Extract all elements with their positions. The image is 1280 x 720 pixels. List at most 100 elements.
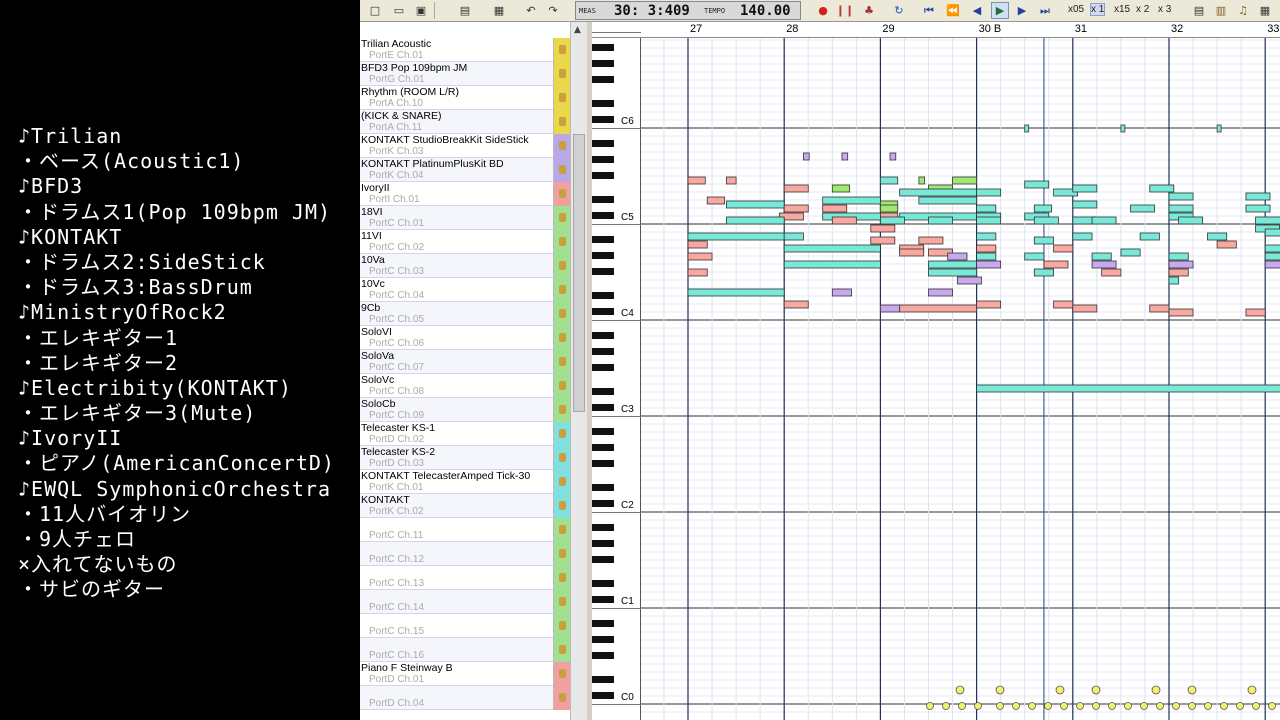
black-key[interactable] xyxy=(592,652,614,659)
black-key[interactable] xyxy=(592,236,614,243)
track-mute-icon[interactable] xyxy=(553,374,570,398)
track-row[interactable]: SoloVc PortC Ch.08 xyxy=(360,374,570,398)
black-key[interactable] xyxy=(592,308,614,315)
black-key[interactable] xyxy=(592,580,614,587)
undo-icon[interactable]: ↶ xyxy=(522,2,540,19)
black-key[interactable] xyxy=(592,76,614,83)
black-key[interactable] xyxy=(592,212,614,219)
track-row[interactable]: IvoryII PortI Ch.01 xyxy=(360,182,570,206)
track-row[interactable]: 9Cb PortC Ch.05 xyxy=(360,302,570,326)
open-file-icon[interactable]: ▭ xyxy=(390,2,408,19)
go-start-icon[interactable]: ⏮ xyxy=(920,2,938,19)
black-key[interactable] xyxy=(592,100,614,107)
speed-x15[interactable]: x15 xyxy=(1114,4,1130,15)
play-icon[interactable]: ▶ xyxy=(991,2,1009,19)
track-mute-icon[interactable] xyxy=(553,518,570,542)
new-file-icon[interactable]: □ xyxy=(366,2,384,19)
track-mute-icon[interactable] xyxy=(553,38,570,62)
track-row[interactable]: KONTAKT PortK Ch.02 xyxy=(360,494,570,518)
black-key[interactable] xyxy=(592,44,614,51)
piano-keyboard[interactable]: C6 C5 C4 C3 C2 C1 C0 xyxy=(592,32,641,720)
save-file-icon[interactable]: ▣ xyxy=(412,2,430,19)
track-row[interactable]: BFD3 Pop 109bpm JM PortG Ch.01 xyxy=(360,62,570,86)
black-key[interactable] xyxy=(592,692,614,699)
track-row[interactable]: SoloVI PortC Ch.06 xyxy=(360,326,570,350)
track-mute-icon[interactable] xyxy=(553,110,570,134)
speed-x2[interactable]: x 2 xyxy=(1136,4,1149,15)
track-mute-icon[interactable] xyxy=(553,590,570,614)
track-mute-icon[interactable] xyxy=(553,158,570,182)
track-mute-icon[interactable] xyxy=(553,398,570,422)
track-mute-icon[interactable] xyxy=(553,62,570,86)
track-row[interactable]: KONTAKT PlatinumPlusKit BD PortK Ch.04 xyxy=(360,158,570,182)
track-mute-icon[interactable] xyxy=(553,350,570,374)
black-key[interactable] xyxy=(592,292,614,299)
black-key[interactable] xyxy=(592,268,614,275)
track-mute-icon[interactable] xyxy=(553,542,570,566)
black-key[interactable] xyxy=(592,364,614,371)
black-key[interactable] xyxy=(592,60,614,67)
track-row[interactable]: PortC Ch.14 xyxy=(360,590,570,614)
scrollbar-thumb[interactable] xyxy=(573,134,585,412)
track-row[interactable]: SoloCb PortC Ch.09 xyxy=(360,398,570,422)
track-mute-icon[interactable] xyxy=(553,302,570,326)
measure-ruler[interactable]: 27 28 29 30 B 31 32 33 xyxy=(592,22,1280,38)
speed-x05[interactable]: x05 xyxy=(1068,4,1084,15)
track-mute-icon[interactable] xyxy=(553,614,570,638)
track-mute-icon[interactable] xyxy=(553,638,570,662)
black-key[interactable] xyxy=(592,156,614,163)
track-view-icon[interactable]: ▤ xyxy=(1190,2,1208,19)
event-list-icon[interactable]: ▦ xyxy=(1256,2,1274,19)
track-mute-icon[interactable] xyxy=(553,206,570,230)
black-key[interactable] xyxy=(592,348,614,355)
track-row[interactable]: PortC Ch.16 xyxy=(360,638,570,662)
step-back-icon[interactable]: ◀ xyxy=(968,2,986,19)
piano-roll-grid[interactable] xyxy=(641,38,1280,720)
track-mute-icon[interactable] xyxy=(553,86,570,110)
black-key[interactable] xyxy=(592,140,614,147)
black-key[interactable] xyxy=(592,116,614,123)
track-mute-icon[interactable] xyxy=(553,662,570,686)
track-row[interactable]: 18VI PortC Ch.01 xyxy=(360,206,570,230)
track-mute-icon[interactable] xyxy=(553,230,570,254)
black-key[interactable] xyxy=(592,332,614,339)
track-row[interactable]: 10Vc PortC Ch.04 xyxy=(360,278,570,302)
black-key[interactable] xyxy=(592,252,614,259)
track-mute-icon[interactable] xyxy=(553,182,570,206)
track-mute-icon[interactable] xyxy=(553,446,570,470)
loop-icon[interactable]: ↻ xyxy=(890,2,908,19)
scroll-up-icon[interactable]: ▲ xyxy=(574,25,581,35)
black-key[interactable] xyxy=(592,620,614,627)
rewind-icon[interactable]: ⏪ xyxy=(944,2,962,19)
speed-x3[interactable]: x 3 xyxy=(1158,4,1171,15)
go-end-icon[interactable]: ⏭ xyxy=(1036,2,1054,19)
track-mute-icon[interactable] xyxy=(553,278,570,302)
track-row[interactable]: Telecaster KS-1 PortD Ch.02 xyxy=(360,422,570,446)
track-list-scrollbar[interactable]: ▲ xyxy=(570,22,587,720)
track-mute-icon[interactable] xyxy=(553,494,570,518)
black-key[interactable] xyxy=(592,484,614,491)
black-key[interactable] xyxy=(592,636,614,643)
document-icon[interactable]: ▦ xyxy=(490,2,508,19)
black-key[interactable] xyxy=(592,540,614,547)
piano-roll-view-icon[interactable]: ▥ xyxy=(1212,2,1230,19)
track-row[interactable]: Piano F Steinway B PortD Ch.01 xyxy=(360,662,570,686)
black-key[interactable] xyxy=(592,196,614,203)
track-row[interactable]: SoloVa PortC Ch.07 xyxy=(360,350,570,374)
track-mute-icon[interactable] xyxy=(553,422,570,446)
black-key[interactable] xyxy=(592,676,614,683)
track-row[interactable]: KONTAKT StudioBreakKit SideStick PortK Ch… xyxy=(360,134,570,158)
track-mute-icon[interactable] xyxy=(553,566,570,590)
black-key[interactable] xyxy=(592,388,614,395)
redo-icon[interactable]: ↷ xyxy=(544,2,562,19)
track-row[interactable]: PortC Ch.13 xyxy=(360,566,570,590)
black-key[interactable] xyxy=(592,460,614,467)
track-row[interactable]: PortC Ch.12 xyxy=(360,542,570,566)
track-mute-icon[interactable] xyxy=(553,326,570,350)
track-mute-icon[interactable] xyxy=(553,134,570,158)
track-row[interactable]: PortC Ch.15 xyxy=(360,614,570,638)
score-view-icon[interactable]: ♫ xyxy=(1234,2,1252,19)
black-key[interactable] xyxy=(592,500,614,507)
black-key[interactable] xyxy=(592,524,614,531)
step-forward-icon[interactable]: ▶ xyxy=(1013,2,1031,19)
